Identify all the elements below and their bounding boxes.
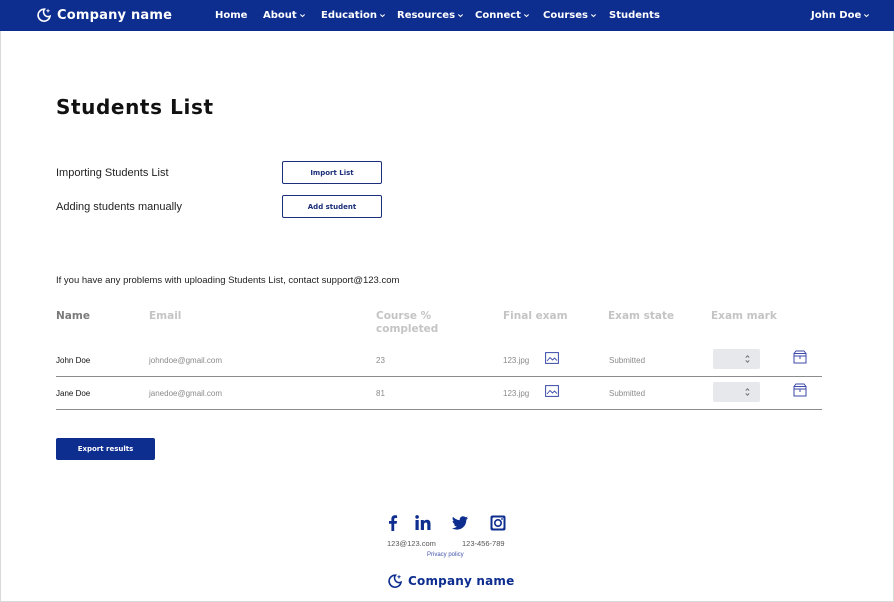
exam-mark-stepper[interactable] [713,349,760,369]
stepper-arrows-icon [745,388,750,396]
nav-label: Courses [543,10,588,21]
nav-item-connect[interactable]: Connect [475,10,530,21]
footer-brand-logo[interactable]: Company name [387,573,514,589]
header-final-exam: Final exam [503,310,568,322]
nav-label: About [263,10,297,21]
chevron-down-icon [379,13,386,17]
add-student-button[interactable]: Add student [282,195,382,218]
exam-mark-stepper[interactable] [713,382,760,402]
brand-logo[interactable]: Company name [36,7,172,23]
student-email: janedoe@gmail.com [149,389,223,398]
top-navbar: Company name Home About Education Resour… [0,0,894,31]
page-title: Students List [56,95,214,119]
privacy-policy-link[interactable]: Privacy policy [427,552,464,558]
final-exam-file[interactable]: 123.jpg [503,389,529,398]
archive-box-icon[interactable] [793,350,807,364]
nav-item-resources[interactable]: Resources [397,10,464,21]
final-exam-file[interactable]: 123.jpg [503,356,529,365]
student-email: johndoe@gmail.com [149,356,223,365]
exam-state: Submitted [609,356,646,365]
user-name: John Doe [811,10,862,21]
student-name: Jane Doe [56,389,91,398]
table-row: Jane Doe janedoe@gmail.com 81 123.jpg Su… [56,377,822,410]
nav-label: Connect [475,10,521,21]
nav-label: Students [609,10,660,21]
footer-email[interactable]: 123@123.com [387,539,436,548]
image-icon[interactable] [545,352,559,364]
page-frame [0,0,894,602]
chevron-down-icon [590,13,597,17]
nav-item-courses[interactable]: Courses [543,10,597,21]
linkedin-icon[interactable] [414,514,432,532]
chevron-down-icon [864,13,870,17]
footer-phone: 123-456-789 [462,539,505,548]
support-note: If you have any problems with uploading … [56,275,400,286]
nav-label: Resources [397,10,456,21]
instagram-icon[interactable] [489,514,507,532]
nav-item-home[interactable]: Home [215,10,247,21]
nav-item-about[interactable]: About [263,10,306,21]
exam-state: Submitted [609,389,646,398]
table-row: John Doe johndoe@gmail.com 23 123.jpg Su… [56,344,822,377]
footer-brand-name: Company name [408,574,515,588]
course-percent: 23 [376,356,385,365]
archive-box-icon[interactable] [793,383,807,397]
facebook-icon[interactable] [384,514,402,532]
image-icon[interactable] [545,385,559,397]
header-course-completed: Course % completed [376,310,439,335]
course-percent: 81 [376,389,385,398]
stepper-arrows-icon [745,355,750,363]
brand-name: Company name [57,7,173,23]
student-name: John Doe [56,356,91,365]
nav-label: Education [321,10,377,21]
nav-item-students[interactable]: Students [609,10,660,21]
nav-item-education[interactable]: Education [321,10,386,21]
header-name: Name [56,310,90,322]
header-exam-mark: Exam mark [711,310,777,322]
header-email: Email [149,310,182,322]
moon-sparkle-icon [388,574,403,588]
export-results-button[interactable]: Export results [56,438,155,460]
twitter-icon[interactable] [451,514,469,532]
moon-sparkle-icon [37,8,52,22]
import-label: Importing Students List [56,167,169,179]
chevron-down-icon [457,13,464,17]
chevron-down-icon [299,13,305,17]
chevron-down-icon [523,13,529,17]
header-exam-state: Exam state [608,310,675,322]
nav-label: Home [215,10,248,21]
user-menu[interactable]: John Doe [811,10,870,21]
add-label: Adding students manually [56,201,182,213]
import-list-button[interactable]: Import List [282,161,382,184]
